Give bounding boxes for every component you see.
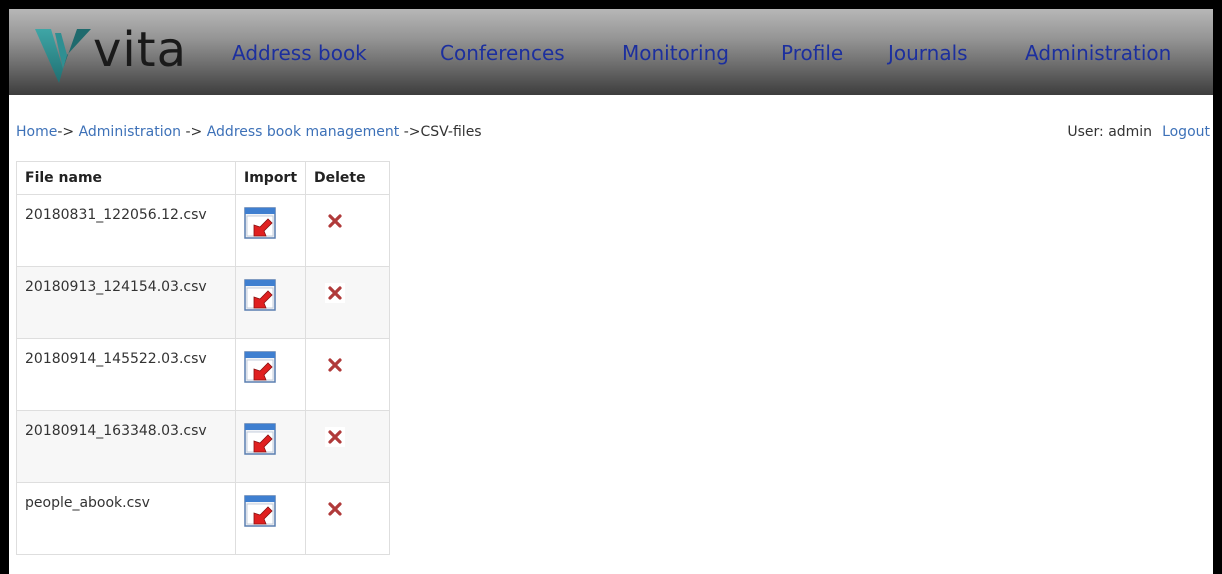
- delete-x-icon[interactable]: [325, 427, 345, 447]
- breadcrumb-separator: ->: [399, 124, 421, 140]
- table-row: people_abook.csv: [16, 482, 390, 555]
- logo-text: vita: [93, 22, 187, 78]
- breadcrumb: Home-> Administration -> Address book ma…: [16, 124, 482, 140]
- import-cell: [235, 194, 306, 267]
- table-body: 20180831_122056.12.csv 20180913_124154.0…: [16, 194, 390, 555]
- import-cell: [235, 482, 306, 555]
- delete-x-icon[interactable]: [325, 355, 345, 375]
- csv-files-table: File name Import Delete 20180831_122056.…: [16, 161, 390, 555]
- import-icon[interactable]: [244, 349, 282, 387]
- import-icon[interactable]: [244, 421, 282, 459]
- import-cell: [235, 266, 306, 339]
- file-name-cell: 20180831_122056.12.csv: [16, 194, 236, 267]
- nav-administration[interactable]: Administration: [1025, 41, 1171, 65]
- table-row: 20180914_163348.03.csv: [16, 410, 390, 483]
- import-cell: [235, 338, 306, 411]
- import-icon[interactable]: [244, 205, 282, 243]
- file-name-cell: 20180913_124154.03.csv: [16, 266, 236, 339]
- import-icon[interactable]: [244, 277, 282, 315]
- delete-cell: [305, 194, 390, 267]
- delete-cell: [305, 338, 390, 411]
- vita-logo[interactable]: vita: [33, 22, 223, 85]
- user-label: User: admin: [1067, 124, 1153, 140]
- delete-cell: [305, 266, 390, 339]
- import-cell: [235, 410, 306, 483]
- delete-x-icon[interactable]: [325, 499, 345, 519]
- table-row: 20180913_124154.03.csv: [16, 266, 390, 339]
- nav-profile[interactable]: Profile: [781, 41, 843, 65]
- table-row: 20180914_145522.03.csv: [16, 338, 390, 411]
- file-name-cell: 20180914_163348.03.csv: [16, 410, 236, 483]
- nav-journals[interactable]: Journals: [888, 41, 968, 65]
- file-name-cell: 20180914_145522.03.csv: [16, 338, 236, 411]
- top-navigation-bar: vita Address book Conferences Monitoring…: [9, 9, 1213, 95]
- nav-monitoring[interactable]: Monitoring: [622, 41, 729, 65]
- import-icon[interactable]: [244, 493, 282, 531]
- delete-cell: [305, 482, 390, 555]
- column-header-import: Import: [235, 161, 306, 195]
- table-header-row: File name Import Delete: [16, 161, 390, 195]
- v-mark-icon: [35, 29, 91, 83]
- breadcrumb-current: CSV-files: [420, 124, 482, 140]
- breadcrumb-separator: ->: [181, 124, 207, 140]
- nav-address-book[interactable]: Address book: [232, 41, 367, 65]
- breadcrumb-separator: ->: [57, 124, 79, 140]
- delete-x-icon[interactable]: [325, 283, 345, 303]
- logout-link[interactable]: Logout: [1162, 124, 1210, 140]
- delete-cell: [305, 410, 390, 483]
- nav-conferences[interactable]: Conferences: [440, 41, 565, 65]
- breadcrumb-address-book-management[interactable]: Address book management: [207, 124, 400, 140]
- table-row: 20180831_122056.12.csv: [16, 194, 390, 267]
- user-area: User: admin Logout: [1067, 124, 1210, 140]
- file-name-cell: people_abook.csv: [16, 482, 236, 555]
- delete-x-icon[interactable]: [325, 211, 345, 231]
- breadcrumb-home[interactable]: Home: [16, 124, 57, 140]
- breadcrumb-administration[interactable]: Administration: [79, 124, 181, 140]
- column-header-file-name: File name: [16, 161, 236, 195]
- column-header-delete: Delete: [305, 161, 390, 195]
